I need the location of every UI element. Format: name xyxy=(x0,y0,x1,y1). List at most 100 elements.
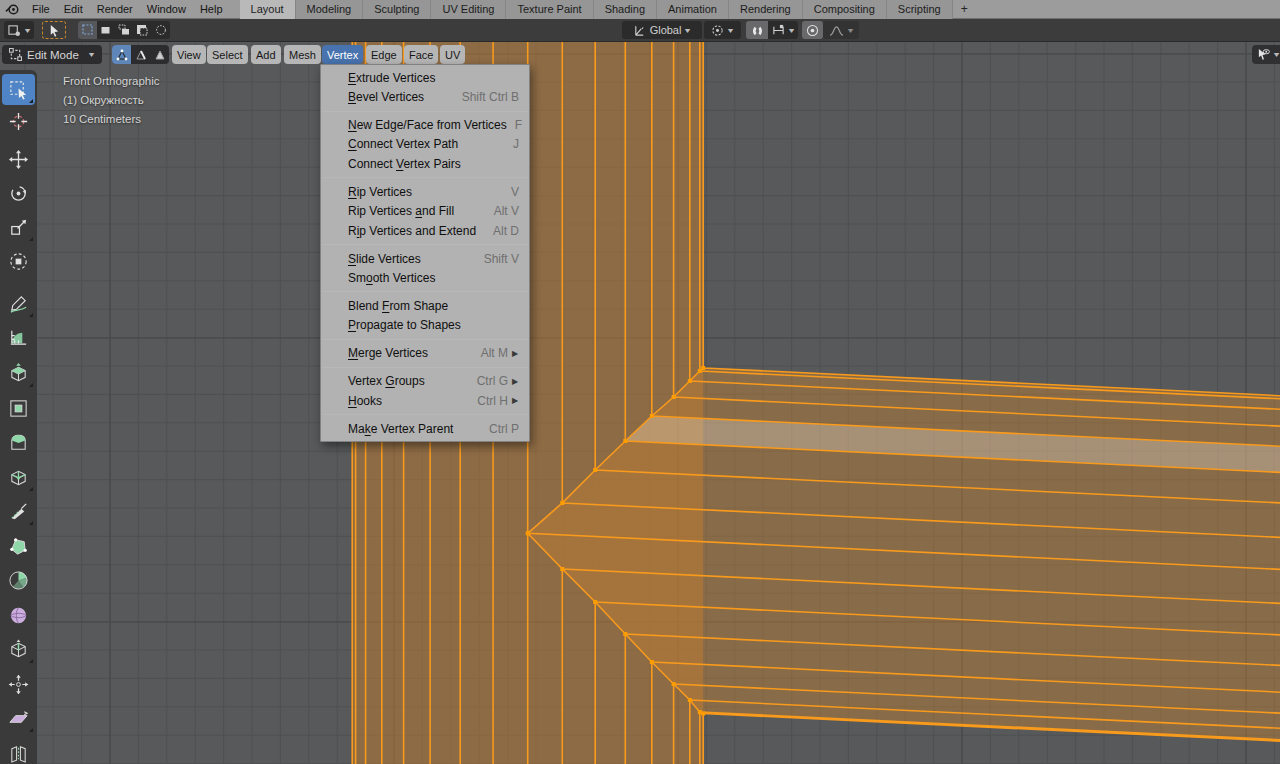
menu-item-vertex-groups[interactable]: Vertex GroupsCtrl G▶ xyxy=(321,372,529,391)
tool-move[interactable] xyxy=(2,144,35,175)
menu-item-bevel-vertices[interactable]: Bevel VerticesShift Ctrl B xyxy=(321,87,529,106)
edge-select-mode-button[interactable] xyxy=(131,45,150,64)
tool-transform[interactable] xyxy=(2,246,35,277)
viewport-menu-vertex[interactable]: Vertex xyxy=(322,45,363,64)
menu-item-merge-vertices[interactable]: Merge VerticesAlt M▶ xyxy=(321,344,529,363)
face-select-mode-button[interactable] xyxy=(150,45,169,64)
tool-select-box[interactable] xyxy=(2,74,35,105)
viewport-menu-edge[interactable]: Edge xyxy=(366,45,402,64)
menu-item-smooth-vertices[interactable]: Smooth Vertices xyxy=(321,268,529,287)
menu-edit[interactable]: Edit xyxy=(57,0,90,19)
menu-item-new-edge-face-from-vertices[interactable]: New Edge/Face from VerticesF xyxy=(321,115,529,134)
tool-shear[interactable] xyxy=(2,703,35,734)
workspace-tab-layout[interactable]: Layout xyxy=(240,0,296,19)
top-menu-bar: FileEditRenderWindowHelp LayoutModelingS… xyxy=(0,0,1280,19)
orientation-label: Global xyxy=(650,24,682,36)
tool-poly-build[interactable] xyxy=(2,531,35,562)
tool-measure[interactable] xyxy=(2,322,35,353)
proportional-editing-toggle[interactable] xyxy=(802,21,823,39)
select-tweak-button[interactable] xyxy=(78,21,97,39)
tool-shrink-fatten[interactable] xyxy=(2,669,35,700)
grid-scale-overlay: 10 Centimeters xyxy=(63,113,141,125)
menu-separator xyxy=(321,174,529,183)
blender-window: FileEditRenderWindowHelp LayoutModelingS… xyxy=(0,0,1280,764)
workspace-tab-modeling[interactable]: Modeling xyxy=(296,0,364,19)
workspace-tab-uv-editing[interactable]: UV Editing xyxy=(431,0,506,19)
tool-scale[interactable] xyxy=(2,212,35,243)
tool-rip-region[interactable] xyxy=(2,738,35,764)
menu-item-connect-vertex-path[interactable]: Connect Vertex PathJ xyxy=(321,135,529,154)
mesh-canvas xyxy=(0,42,1280,764)
viewport-menu-uv[interactable]: UV xyxy=(440,45,465,64)
viewport-menu-add[interactable]: Add xyxy=(251,45,281,64)
workspace-tab-scripting[interactable]: Scripting xyxy=(887,0,953,19)
viewport-gizmo-controls[interactable]: ▼ xyxy=(1252,45,1280,64)
select-box-button[interactable] xyxy=(97,21,115,39)
toolbar xyxy=(0,70,37,764)
tool-loop-cut[interactable] xyxy=(2,462,35,493)
menu-item-make-vertex-parent[interactable]: Make Vertex ParentCtrl P xyxy=(321,419,529,438)
tool-spin[interactable] xyxy=(2,565,35,596)
workspace-tab-texture-paint[interactable]: Texture Paint xyxy=(506,0,593,19)
select-extend-button[interactable] xyxy=(115,21,133,39)
mesh-select-mode-group xyxy=(112,45,169,64)
menu-separator xyxy=(321,107,529,116)
menu-help[interactable]: Help xyxy=(193,0,230,19)
workspace-tab-animation[interactable]: Animation xyxy=(657,0,729,19)
menu-separator xyxy=(321,240,529,249)
menu-item-rip-vertices-and-fill[interactable]: Rip Vertices and FillAlt V xyxy=(321,202,529,221)
view-name-overlay: Front Orthographic xyxy=(63,75,160,87)
editor-type-dropdown[interactable]: ▼ xyxy=(4,21,34,39)
vertex-menu-dropdown: Extrude VerticesBevel VerticesShift Ctrl… xyxy=(320,64,530,442)
tool-cursor[interactable] xyxy=(2,106,35,137)
mode-selector-dropdown[interactable]: Edit Mode ▼ xyxy=(2,45,102,64)
menu-item-propagate-to-shapes[interactable]: Propagate to Shapes xyxy=(321,316,529,335)
select-intersect-button[interactable] xyxy=(151,21,170,39)
active-tool-icon[interactable] xyxy=(42,21,66,39)
menu-item-hooks[interactable]: HooksCtrl H▶ xyxy=(321,391,529,410)
snap-toggle-button[interactable] xyxy=(746,21,768,39)
viewport-menu-mesh[interactable]: Mesh xyxy=(284,45,321,64)
menu-item-blend-from-shape[interactable]: Blend From Shape xyxy=(321,296,529,315)
tool-extrude-region[interactable] xyxy=(2,358,35,389)
snap-target-dropdown[interactable]: ▼ xyxy=(768,21,798,39)
tool-bevel[interactable] xyxy=(2,427,35,458)
vertex-select-mode-button[interactable] xyxy=(112,45,131,64)
menu-render[interactable]: Render xyxy=(90,0,140,19)
menu-item-connect-vertex-pairs[interactable]: Connect Vertex Pairs xyxy=(321,154,529,173)
tool-edge-slide[interactable] xyxy=(2,634,35,665)
transform-orientation-dropdown[interactable]: Global ▼ xyxy=(622,21,702,39)
blender-logo-icon[interactable] xyxy=(0,0,25,19)
menu-separator xyxy=(321,410,529,419)
menu-separator xyxy=(321,363,529,372)
add-workspace-button[interactable]: + xyxy=(953,0,976,19)
menu-window[interactable]: Window xyxy=(140,0,193,19)
tool-annotate[interactable] xyxy=(2,288,35,319)
tool-knife[interactable] xyxy=(2,496,35,527)
menu-separator xyxy=(321,335,529,344)
workspace-tab-shading[interactable]: Shading xyxy=(594,0,657,19)
menu-file[interactable]: File xyxy=(25,0,57,19)
viewport-3d[interactable]: Edit Mode ▼ ViewSelectAddMeshVertexEdgeF… xyxy=(0,42,1280,764)
mode-label: Edit Mode xyxy=(27,49,79,61)
tool-smooth[interactable] xyxy=(2,600,35,631)
object-name-overlay: (1) Окружность xyxy=(63,94,144,106)
tool-inset-faces[interactable] xyxy=(2,393,35,424)
tool-settings-bar: ▼ Global ▼ xyxy=(0,19,1280,42)
select-subtract-button[interactable] xyxy=(133,21,151,39)
select-mode-group xyxy=(78,21,170,39)
viewport-menu-select[interactable]: Select xyxy=(207,45,248,64)
pivot-point-dropdown[interactable]: ▼ xyxy=(704,21,741,39)
viewport-menu-view[interactable]: View xyxy=(172,45,206,64)
menu-item-extrude-vertices[interactable]: Extrude Vertices xyxy=(321,68,529,87)
workspace-tab-compositing[interactable]: Compositing xyxy=(803,0,887,19)
workspace-tab-sculpting[interactable]: Sculpting xyxy=(363,0,431,19)
workspace-tab-rendering[interactable]: Rendering xyxy=(729,0,803,19)
tool-rotate[interactable] xyxy=(2,178,35,209)
menu-item-rip-vertices-and-extend[interactable]: Rip Vertices and ExtendAlt D xyxy=(321,221,529,240)
menu-separator xyxy=(321,288,529,297)
viewport-menu-face[interactable]: Face xyxy=(404,45,438,64)
menu-item-slide-vertices[interactable]: Slide VerticesShift V xyxy=(321,249,529,268)
menu-item-rip-vertices[interactable]: Rip VerticesV xyxy=(321,182,529,201)
proportional-falloff-dropdown[interactable]: ▼ xyxy=(823,21,859,39)
